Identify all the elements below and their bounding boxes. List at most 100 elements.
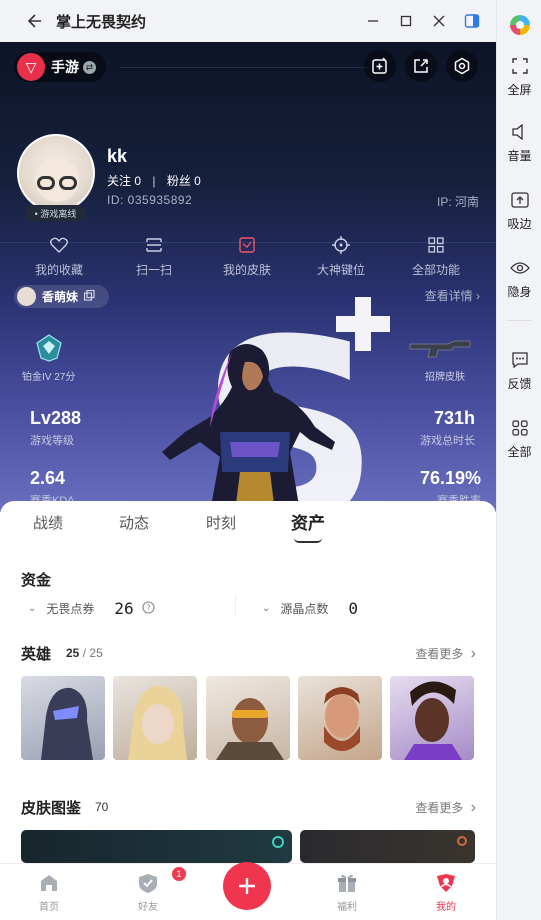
maximize-button[interactable] xyxy=(398,13,414,29)
nav-label: 我的 xyxy=(436,902,456,913)
title-bar: 掌上无畏契约 xyxy=(0,0,496,42)
tab-assets[interactable]: 资产 xyxy=(280,501,336,551)
grid-icon xyxy=(510,418,530,438)
quick-action-scan[interactable]: 扫一扫 xyxy=(114,235,194,278)
copy-icon[interactable] xyxy=(83,288,95,306)
quick-action-label: 扫一扫 xyxy=(135,263,172,277)
quick-action-favorites[interactable]: 我的收藏 xyxy=(19,235,99,278)
chevron-right-icon: › xyxy=(470,645,476,662)
assets-panel: 资金 ⌄ 无畏点券 26 ? ⌄ 源晶点数 0 英雄 25 / 25 查看更多 … xyxy=(0,551,496,863)
agent-portrait xyxy=(216,698,284,760)
sidebar-item-volume[interactable]: 音量 xyxy=(497,122,541,164)
add-post-icon xyxy=(372,57,387,74)
nav-label: 首页 xyxy=(39,902,59,913)
follow-separator: | xyxy=(152,174,156,188)
eye-icon xyxy=(509,258,530,278)
account-name: 香萌妹 xyxy=(42,290,79,304)
agents-more-link[interactable]: 查看更多 › xyxy=(415,645,476,663)
rp-icon: ⌄ xyxy=(262,603,271,614)
brand-label: 手游 xyxy=(51,59,79,75)
quick-action-my-skins[interactable]: 我的皮肤 xyxy=(207,235,287,278)
stat-value: 76.19% xyxy=(420,468,482,488)
agent-card[interactable] xyxy=(113,676,197,760)
sidebar-label: 反馈 xyxy=(507,377,532,391)
close-button[interactable] xyxy=(431,13,447,29)
grid-icon xyxy=(396,235,476,255)
sidebar-label: 音量 xyxy=(507,149,532,163)
agent-card[interactable] xyxy=(298,676,382,760)
avatar[interactable] xyxy=(17,134,95,212)
stat-value: Lv288 xyxy=(30,408,82,428)
window-title: 掌上无畏契约 xyxy=(56,13,147,31)
minimize-button[interactable] xyxy=(365,13,381,29)
nav-home[interactable]: 首页 xyxy=(19,872,79,913)
agents-total: 25 xyxy=(89,646,103,660)
agent-card[interactable] xyxy=(21,676,105,760)
tab-record[interactable]: 战绩 xyxy=(20,501,76,551)
gift-icon xyxy=(336,872,358,894)
brand-badge[interactable]: ▽ 手游 ⇄ xyxy=(14,52,106,82)
tab-feed[interactable]: 动态 xyxy=(106,501,162,551)
follow-count[interactable]: 关注 0 xyxy=(107,174,141,188)
nav-label: 福利 xyxy=(337,902,357,913)
agent-card[interactable] xyxy=(206,676,290,760)
view-details-link[interactable]: 查看详情 › xyxy=(425,287,480,304)
nav-welfare[interactable]: 福利 xyxy=(317,872,377,913)
nav-friends[interactable]: 1 好友 xyxy=(118,867,186,913)
game-account-tag[interactable]: 香萌妹 xyxy=(14,285,109,308)
quick-action-keybinds[interactable]: 大神键位 xyxy=(301,235,381,278)
skin-card[interactable] xyxy=(300,830,475,863)
quick-action-label: 我的皮肤 xyxy=(222,263,271,277)
back-arrow-icon[interactable] xyxy=(26,13,42,29)
stat-label: 游戏等级 xyxy=(30,435,74,447)
switch-icon: ⇄ xyxy=(83,60,96,74)
bottom-navigation: 首页 1 好友 福利 我的 xyxy=(0,862,496,920)
follow-stats: 关注 0 | 粉丝 0 xyxy=(107,172,201,189)
radianite-points: ⌄ 源晶点数 0 xyxy=(262,599,358,618)
settings-button[interactable] xyxy=(446,50,478,82)
crosshair-icon xyxy=(301,235,381,255)
user-id: ID: 035935892 xyxy=(107,193,193,207)
sidebar-item-all[interactable]: 全部 xyxy=(497,418,541,460)
home-icon xyxy=(38,872,60,894)
ip-location: IP: 河南 xyxy=(436,195,479,209)
agent-card[interactable] xyxy=(390,676,474,760)
sidebar-item-dock-edge[interactable]: 吸边 xyxy=(497,190,541,232)
feedback-icon xyxy=(510,350,530,370)
tab-moments[interactable]: 时刻 xyxy=(193,501,249,551)
dock-edge-icon xyxy=(510,190,530,210)
help-icon[interactable]: ? xyxy=(142,600,155,617)
side-panel-toggle-icon[interactable] xyxy=(464,13,480,29)
fans-count[interactable]: 粉丝 0 xyxy=(167,174,201,188)
sidebar-item-stealth[interactable]: 隐身 xyxy=(497,258,541,300)
app-content: S ▽ 手游 ⇄ • 游戏离线 kk 关注 0 | 粉丝 0 ID: 03593… xyxy=(0,42,496,920)
add-post-button[interactable] xyxy=(364,50,396,82)
notification-badge: 1 xyxy=(172,867,186,881)
skin-card[interactable] xyxy=(21,830,292,863)
rank-icon xyxy=(36,334,62,367)
skins-title: 皮肤图鉴 xyxy=(21,800,82,817)
skins-count: 70 xyxy=(95,800,109,814)
view-details-label: 查看详情 xyxy=(424,289,473,303)
signature-skin-label: 招牌皮肤 xyxy=(425,372,465,383)
sidebar-item-fullscreen[interactable]: 全屏 xyxy=(497,56,541,98)
quick-action-all[interactable]: 全部功能 xyxy=(396,235,476,278)
share-icon xyxy=(414,59,428,73)
emulator-logo-icon xyxy=(497,14,541,39)
hero-character-art xyxy=(162,343,335,512)
valorant-points: ⌄ 无畏点券 26 ? xyxy=(28,599,155,618)
skin-tier-icon xyxy=(272,836,284,848)
chevron-right-icon: › xyxy=(470,799,476,816)
sidebar-divider xyxy=(507,320,532,321)
sidebar-label: 全屏 xyxy=(507,83,532,97)
scan-icon xyxy=(114,235,194,255)
sidebar-label: 吸边 xyxy=(507,217,532,231)
sidebar-label: 隐身 xyxy=(507,285,532,299)
avatar-glasses xyxy=(37,176,55,190)
share-button[interactable] xyxy=(405,50,437,82)
sidebar-item-feedback[interactable]: 反馈 xyxy=(497,350,541,392)
skins-more-link[interactable]: 查看更多 › xyxy=(415,799,476,817)
create-post-button[interactable] xyxy=(223,862,271,910)
nav-profile[interactable]: 我的 xyxy=(416,872,476,913)
agents-title: 英雄 xyxy=(21,646,52,663)
